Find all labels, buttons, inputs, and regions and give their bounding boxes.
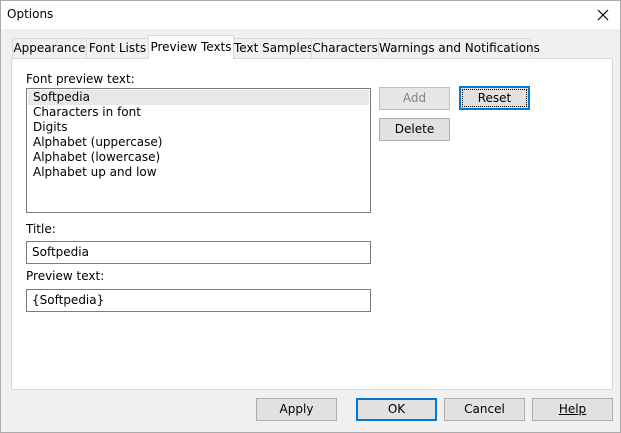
- help-button[interactable]: Help: [532, 398, 613, 421]
- tab-font-lists[interactable]: Font Lists: [86, 38, 149, 58]
- close-icon: [597, 9, 609, 21]
- tab-text-samples[interactable]: Text Samples: [233, 38, 313, 58]
- preview-text-field[interactable]: {Softpedia}: [26, 289, 371, 312]
- add-button[interactable]: Add: [379, 87, 450, 110]
- preview-text-label: Preview text:: [26, 269, 105, 283]
- apply-button[interactable]: Apply: [256, 398, 337, 421]
- list-item[interactable]: Alphabet (lowercase): [28, 150, 369, 165]
- list-item[interactable]: Alphabet up and low: [28, 165, 369, 180]
- preview-text-listbox[interactable]: Softpedia Characters in font Digits Alph…: [26, 88, 371, 213]
- reset-button-label: Reset: [462, 89, 527, 107]
- options-dialog: Options Appearance Font Lists Preview Te…: [0, 0, 621, 433]
- tab-appearance[interactable]: Appearance: [12, 38, 87, 58]
- title-field[interactable]: Softpedia: [26, 241, 371, 264]
- help-button-label: Help: [558, 402, 587, 416]
- title-label: Title:: [26, 222, 56, 236]
- tab-preview-texts[interactable]: Preview Texts: [148, 35, 234, 59]
- list-item[interactable]: Softpedia: [28, 90, 369, 105]
- list-item[interactable]: Digits: [28, 120, 369, 135]
- reset-button[interactable]: Reset: [459, 86, 530, 110]
- list-item[interactable]: Alphabet (uppercase): [28, 135, 369, 150]
- window-title: Options: [7, 7, 54, 21]
- ok-button[interactable]: OK: [356, 398, 437, 421]
- tab-warnings-and-notifications[interactable]: Warnings and Notifications: [378, 38, 540, 58]
- tab-characters[interactable]: Characters: [311, 38, 379, 58]
- list-item[interactable]: Characters in font: [28, 105, 369, 120]
- title-bar[interactable]: Options: [1, 1, 620, 29]
- delete-button[interactable]: Delete: [379, 118, 450, 141]
- close-button[interactable]: [586, 1, 620, 29]
- cancel-button[interactable]: Cancel: [444, 398, 525, 421]
- font-preview-text-label: Font preview text:: [26, 72, 135, 86]
